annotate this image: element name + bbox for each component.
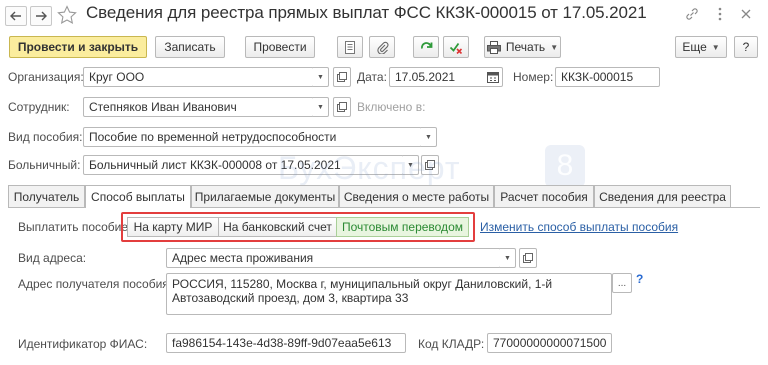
open-item-icon bbox=[337, 102, 347, 112]
tab-attached-documents[interactable]: Прилагаемые документы bbox=[191, 185, 339, 207]
address-type-label: Вид адреса: bbox=[18, 251, 87, 265]
sick-leave-label: Больничный: bbox=[8, 158, 81, 172]
recipient-address-line: Автозаводский проезд, дом 3, квартира 33 bbox=[172, 291, 409, 305]
printer-icon bbox=[486, 40, 501, 54]
payment-option-mir-card[interactable]: На карту МИР bbox=[127, 217, 219, 237]
open-item-icon bbox=[337, 72, 347, 82]
attach-file-button[interactable] bbox=[369, 36, 395, 58]
chevron-down-icon: ▼ bbox=[317, 73, 324, 81]
open-item-icon bbox=[425, 160, 435, 170]
organization-open-button[interactable] bbox=[333, 67, 351, 87]
refresh-button[interactable] bbox=[413, 36, 439, 58]
fias-field[interactable]: fa986154-143e-4d38-89ff-9d07eaa5e613 bbox=[166, 333, 406, 353]
tab-recipient[interactable]: Получатель bbox=[8, 185, 85, 207]
clear-posting-button[interactable] bbox=[443, 36, 469, 58]
recipient-address-field[interactable]: РОССИЯ, 115280, Москва г, муниципальный … bbox=[166, 273, 612, 315]
employee-open-button[interactable] bbox=[333, 97, 351, 117]
forward-arrow-icon bbox=[36, 11, 47, 21]
save-button[interactable]: Записать bbox=[155, 36, 225, 58]
employee-field[interactable]: Степняков Иван Иванович bbox=[83, 97, 314, 117]
sick-leave-dropdown[interactable]: ▼ bbox=[403, 155, 419, 175]
kladr-label: Код КЛАДР: bbox=[418, 337, 485, 351]
recipient-address-label: Адрес получателя пособия: bbox=[18, 277, 173, 291]
tab-payment-method[interactable]: Способ выплаты bbox=[85, 185, 191, 208]
tab-workplace-info[interactable]: Сведения о месте работы bbox=[339, 185, 494, 207]
more-actions-label: Еще bbox=[682, 40, 707, 54]
ellipsis-icon: ... bbox=[617, 277, 627, 289]
cancel-posting-icon bbox=[449, 42, 463, 54]
employee-label: Сотрудник: bbox=[8, 100, 70, 114]
included-in-label: Включено в: bbox=[357, 100, 426, 114]
benefit-type-field[interactable]: Пособие по временной нетрудоспособности bbox=[83, 127, 422, 147]
benefit-type-label: Вид пособия: bbox=[8, 130, 83, 144]
post-and-close-button[interactable]: Провести и закрыть bbox=[9, 36, 147, 58]
link-icon[interactable] bbox=[684, 6, 700, 22]
forward-button[interactable] bbox=[30, 6, 52, 26]
back-arrow-icon bbox=[10, 11, 21, 21]
organization-label: Организация: bbox=[8, 70, 84, 84]
sick-leave-open-button[interactable] bbox=[421, 155, 439, 175]
close-icon[interactable] bbox=[738, 6, 754, 22]
tab-registry-info[interactable]: Сведения для реестра bbox=[594, 185, 731, 207]
organization-dropdown[interactable]: ▼ bbox=[313, 67, 329, 87]
address-help-icon[interactable]: ? bbox=[636, 272, 643, 286]
print-button[interactable]: Печать ▼ bbox=[484, 36, 561, 58]
date-field[interactable]: 17.05.2021 bbox=[389, 67, 503, 87]
more-icon[interactable] bbox=[712, 6, 728, 22]
chevron-down-icon: ▼ bbox=[317, 103, 324, 111]
chevron-down-icon: ▼ bbox=[550, 42, 559, 52]
refresh-icon bbox=[420, 41, 432, 49]
change-payment-method-link[interactable]: Изменить способ выплаты пособия bbox=[480, 220, 678, 234]
title-bar: Сведения для реестра прямых выплат ФСС К… bbox=[0, 0, 768, 30]
payment-option-bank-account[interactable]: На банковский счет bbox=[218, 217, 337, 237]
fias-label: Идентификатор ФИАС: bbox=[18, 337, 148, 351]
more-actions-button[interactable]: Еще ▼ bbox=[675, 36, 727, 58]
star-icon[interactable] bbox=[57, 5, 77, 25]
kladr-field[interactable]: 77000000000071500 bbox=[487, 333, 612, 353]
chevron-down-icon: ▼ bbox=[425, 133, 432, 141]
open-item-icon bbox=[523, 253, 533, 263]
back-button[interactable] bbox=[5, 6, 27, 26]
recipient-address-line: РОССИЯ, 115280, Москва г, муниципальный … bbox=[172, 277, 553, 291]
date-label: Дата: bbox=[357, 70, 387, 84]
window-title: Сведения для реестра прямых выплат ФСС К… bbox=[86, 3, 647, 22]
employee-dropdown[interactable]: ▼ bbox=[313, 97, 329, 117]
document-journal-button[interactable] bbox=[337, 36, 363, 58]
payment-option-postal-transfer[interactable]: Почтовым переводом bbox=[336, 217, 469, 237]
chevron-down-icon: ▼ bbox=[407, 161, 414, 169]
watermark-logo: 8 bbox=[545, 145, 585, 187]
number-label: Номер: bbox=[513, 70, 554, 84]
address-select-button[interactable]: ... bbox=[612, 273, 632, 293]
document-list-icon bbox=[345, 40, 355, 54]
payment-label: Выплатить пособие: bbox=[18, 220, 132, 234]
number-field[interactable]: ККЗК-000015 bbox=[555, 67, 660, 87]
sick-leave-field[interactable]: Больничный лист ККЗК-000008 от 17.05.202… bbox=[83, 155, 404, 175]
chevron-down-icon: ▼ bbox=[504, 254, 511, 262]
organization-field[interactable]: Круг ООО bbox=[83, 67, 314, 87]
tab-benefit-calculation[interactable]: Расчет пособия bbox=[494, 185, 594, 207]
benefit-type-dropdown[interactable]: ▼ bbox=[421, 127, 437, 147]
post-button[interactable]: Провести bbox=[245, 36, 315, 58]
address-type-open-button[interactable] bbox=[519, 248, 537, 268]
address-type-dropdown[interactable]: ▼ bbox=[500, 248, 516, 268]
print-label: Печать bbox=[505, 40, 546, 54]
address-type-field[interactable]: Адрес места проживания bbox=[166, 248, 501, 268]
calendar-icon[interactable] bbox=[487, 71, 499, 83]
chevron-down-icon: ▼ bbox=[711, 42, 720, 52]
help-button[interactable]: ? bbox=[734, 36, 758, 58]
paperclip-icon bbox=[376, 41, 388, 54]
